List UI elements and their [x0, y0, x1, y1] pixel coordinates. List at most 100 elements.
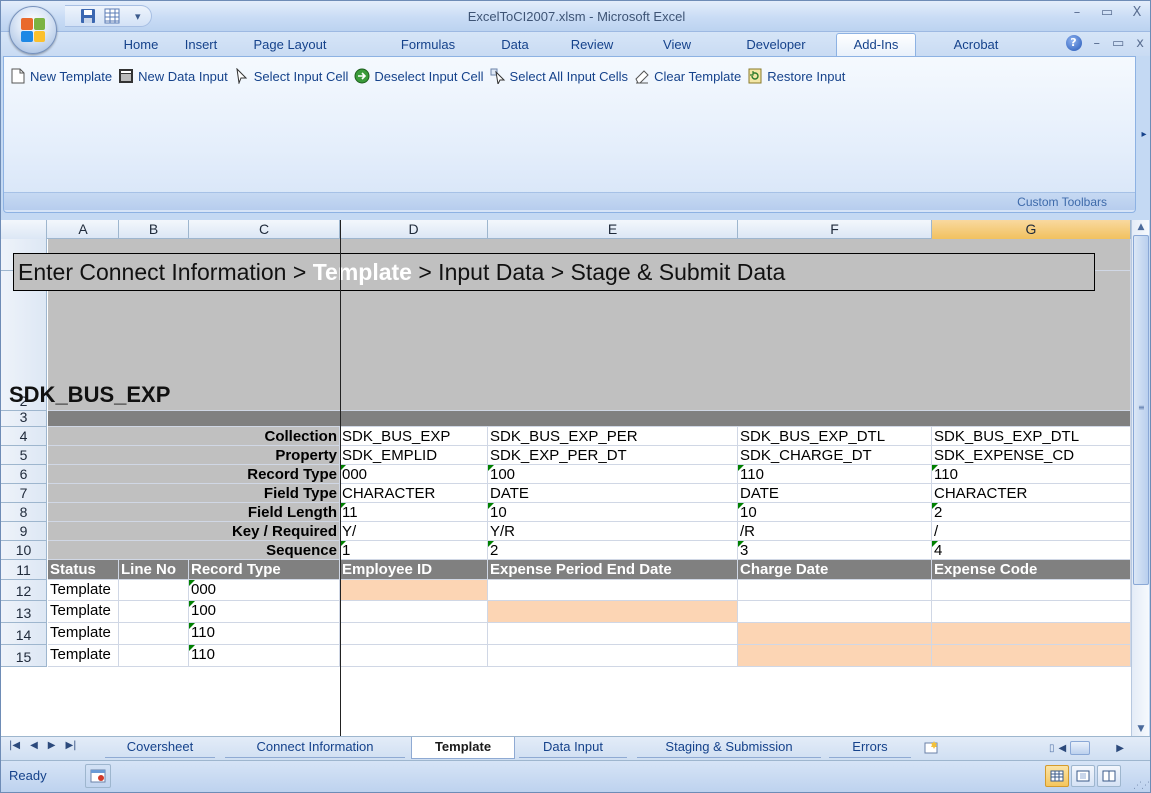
- meta-value[interactable]: SDK_EMPLID: [340, 446, 488, 465]
- vertical-scrollbar[interactable]: ▲ ≡ ▼: [1131, 220, 1149, 736]
- prev-sheet-icon[interactable]: ◀: [30, 740, 38, 751]
- tab-formulas[interactable]: Formulas: [379, 34, 477, 56]
- row-header-5[interactable]: 5: [1, 446, 47, 465]
- meta-value[interactable]: 1: [340, 541, 488, 560]
- input-cell[interactable]: [488, 601, 738, 623]
- data-cell[interactable]: [932, 601, 1131, 623]
- status-cell[interactable]: Template: [48, 645, 119, 667]
- row-header-7[interactable]: 7: [1, 484, 47, 503]
- meta-value[interactable]: CHARACTER: [932, 484, 1131, 503]
- meta-value[interactable]: SDK_BUS_EXP: [340, 427, 488, 446]
- row-header-4[interactable]: 4: [1, 427, 47, 446]
- meta-value[interactable]: DATE: [488, 484, 738, 503]
- row-header-12[interactable]: 12: [1, 580, 47, 601]
- next-sheet-icon[interactable]: ▶: [48, 740, 56, 751]
- row-header-8[interactable]: 8: [1, 503, 47, 522]
- vertical-scroll-thumb[interactable]: ≡: [1133, 235, 1149, 585]
- maximize-button[interactable]: ▭: [1098, 5, 1116, 20]
- meta-value[interactable]: 10: [488, 503, 738, 522]
- column-header-e[interactable]: E: [488, 220, 738, 239]
- data-cell[interactable]: [488, 623, 738, 645]
- row-header-10[interactable]: 10: [1, 541, 47, 560]
- column-header-g[interactable]: G: [932, 220, 1131, 239]
- data-cell[interactable]: [340, 601, 488, 623]
- meta-value[interactable]: SDK_EXPENSE_CD: [932, 446, 1131, 465]
- clear-template-button[interactable]: Clear Template: [634, 68, 741, 84]
- minimize-button[interactable]: –: [1068, 5, 1086, 20]
- last-sheet-icon[interactable]: ▶|: [65, 740, 76, 751]
- column-header-f[interactable]: F: [738, 220, 932, 239]
- sheet-tab-staging-submission[interactable]: Staging & Submission: [637, 737, 821, 758]
- meta-value[interactable]: /: [932, 522, 1131, 541]
- record-type-cell[interactable]: 000: [189, 580, 340, 601]
- insert-sheet-icon[interactable]: [921, 738, 943, 756]
- new-template-button[interactable]: New Template: [10, 68, 112, 84]
- status-cell[interactable]: Template: [48, 601, 119, 623]
- data-cell[interactable]: [932, 580, 1131, 601]
- data-cell[interactable]: [488, 580, 738, 601]
- data-cell[interactable]: [738, 580, 932, 601]
- meta-value[interactable]: 110: [738, 465, 932, 484]
- workbook-minimize-icon[interactable]: –: [1094, 36, 1101, 51]
- sheet-tab-errors[interactable]: Errors: [829, 737, 911, 758]
- record-type-cell[interactable]: 110: [189, 623, 340, 645]
- input-cell[interactable]: [932, 645, 1131, 667]
- workbook-close-icon[interactable]: x: [1136, 36, 1144, 51]
- sheet-tab-template[interactable]: Template: [411, 737, 515, 759]
- meta-value[interactable]: SDK_BUS_EXP_DTL: [738, 427, 932, 446]
- scroll-up-icon[interactable]: ▲: [1134, 220, 1148, 234]
- row-header-3[interactable]: 3: [1, 409, 47, 427]
- tab-developer[interactable]: Developer: [726, 34, 826, 56]
- tab-home[interactable]: Home: [113, 34, 169, 56]
- tab-view[interactable]: View: [647, 34, 707, 56]
- hscroll-split-icon[interactable]: ▯: [1049, 743, 1055, 754]
- tab-add-ins[interactable]: Add-Ins: [836, 33, 916, 57]
- meta-value[interactable]: 2: [932, 503, 1131, 522]
- meta-value[interactable]: 100: [488, 465, 738, 484]
- select-all-corner[interactable]: [1, 220, 47, 239]
- data-cell[interactable]: [340, 645, 488, 667]
- close-button[interactable]: X: [1128, 5, 1146, 20]
- line-no-cell[interactable]: [119, 580, 189, 601]
- sheet-tab-connect-information[interactable]: Connect Information: [225, 737, 405, 758]
- new-data-input-button[interactable]: New Data Input: [118, 68, 228, 84]
- resize-grip-icon[interactable]: ⋰⋰: [1133, 781, 1150, 791]
- input-cell[interactable]: [738, 623, 932, 645]
- column-header-d[interactable]: D: [340, 220, 488, 239]
- horizontal-scrollbar[interactable]: ▯ ◀ ▶: [1049, 740, 1145, 756]
- horizontal-scroll-thumb[interactable]: [1070, 741, 1091, 755]
- tab-page-layout[interactable]: Page Layout: [234, 34, 346, 56]
- row-header-11[interactable]: 11: [1, 560, 47, 580]
- restore-input-button[interactable]: Restore Input: [747, 68, 845, 84]
- meta-value[interactable]: 000: [340, 465, 488, 484]
- first-sheet-icon[interactable]: |◀: [9, 740, 20, 751]
- meta-value[interactable]: 2: [488, 541, 738, 560]
- status-cell[interactable]: Template: [48, 580, 119, 601]
- meta-value[interactable]: Y/: [340, 522, 488, 541]
- select-all-input-cells-button[interactable]: Select All Input Cells: [490, 68, 628, 84]
- record-type-cell[interactable]: 110: [189, 645, 340, 667]
- input-cell[interactable]: [932, 623, 1131, 645]
- row-header-13[interactable]: 13: [1, 601, 47, 623]
- office-button[interactable]: [9, 6, 57, 54]
- normal-view-icon[interactable]: [1045, 765, 1069, 787]
- input-cell[interactable]: [738, 645, 932, 667]
- record-type-cell[interactable]: 100: [189, 601, 340, 623]
- meta-value[interactable]: Y/R: [488, 522, 738, 541]
- deselect-input-cell-button[interactable]: Deselect Input Cell: [354, 68, 484, 84]
- status-cell[interactable]: Template: [48, 623, 119, 645]
- column-header-c[interactable]: C: [189, 220, 340, 239]
- line-no-cell[interactable]: [119, 623, 189, 645]
- meta-value[interactable]: SDK_CHARGE_DT: [738, 446, 932, 465]
- column-header-b[interactable]: B: [119, 220, 189, 239]
- page-layout-view-icon[interactable]: [1071, 765, 1095, 787]
- meta-value[interactable]: 10: [738, 503, 932, 522]
- scroll-right-icon[interactable]: ▶: [1116, 743, 1124, 754]
- input-cell[interactable]: [340, 580, 488, 601]
- column-header-a[interactable]: A: [48, 220, 119, 239]
- tab-review[interactable]: Review: [556, 34, 628, 56]
- tab-insert[interactable]: Insert: [171, 34, 231, 56]
- meta-value[interactable]: 11: [340, 503, 488, 522]
- meta-value[interactable]: 3: [738, 541, 932, 560]
- select-input-cell-button[interactable]: Select Input Cell: [234, 68, 348, 84]
